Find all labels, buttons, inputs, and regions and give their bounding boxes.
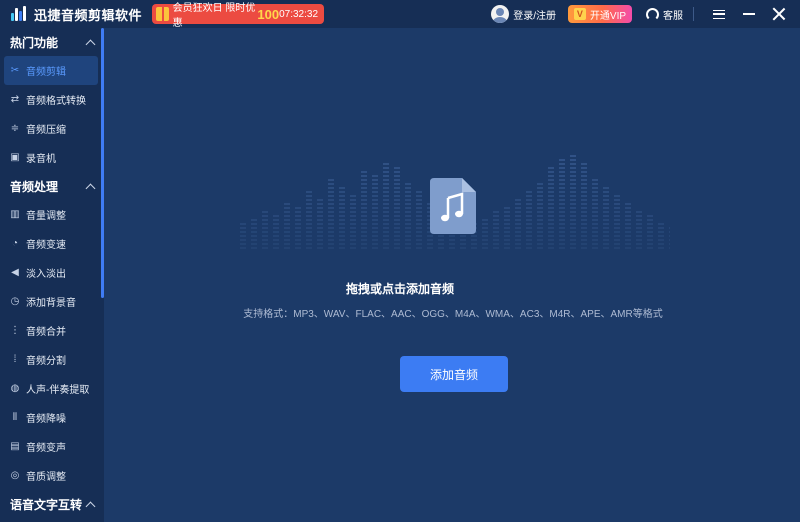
vip-button[interactable]: V 开通VIP <box>568 5 632 23</box>
chevron-up-icon <box>85 183 96 193</box>
recorder-icon: ▣ <box>10 151 20 163</box>
scissors-icon: ✂ <box>10 64 20 76</box>
menu-button[interactable] <box>704 0 734 28</box>
convert-icon: ⇄ <box>10 93 20 105</box>
sidebar-item-label: 音频剪辑 <box>26 67 66 78</box>
vip-label: 开通VIP <box>589 10 627 22</box>
minimize-button[interactable] <box>734 0 764 28</box>
avatar[interactable] <box>491 5 510 23</box>
app-logo-icon <box>10 5 28 23</box>
sidebar-item-denoise[interactable]: ⦀ 音频降噪 <box>0 403 104 432</box>
audio-file-icon <box>430 178 476 234</box>
sidebar-item-merge[interactable]: ⋮ 音频合并 <box>0 316 104 345</box>
sidebar-item-label: 音质调整 <box>26 472 66 483</box>
sidebar-item-volume[interactable]: ▥ 音量调整 <box>0 200 104 229</box>
merge-icon: ⋮ <box>10 324 20 336</box>
title-divider <box>693 7 694 21</box>
customer-service-button[interactable]: 客服 <box>646 7 683 22</box>
sidebar-item-speed[interactable]: ◔ 音频变速 <box>0 229 104 258</box>
sidebar-item-format-convert[interactable]: ⇄ 音频格式转换 <box>0 85 104 114</box>
sidebar: 热门功能 ✂ 音频剪辑 ⇄ 音频格式转换 ≑ 音频压缩 ▣ 录音机 音频处理 ▥… <box>0 28 104 522</box>
quality-icon: ◎ <box>10 469 20 481</box>
sidebar-item-label: 音频格式转换 <box>26 96 86 107</box>
promo-timer: 07:32:32 <box>279 8 319 20</box>
app-title: 迅捷音频剪辑软件 <box>34 7 143 23</box>
drop-zone[interactable] <box>104 28 800 522</box>
sidebar-item-vocal-extract[interactable]: ◍ 人声-伴奏提取 <box>0 374 104 403</box>
close-icon <box>772 7 786 21</box>
sidebar-item-quality[interactable]: ◎ 音质调整 <box>0 461 104 490</box>
minimize-icon <box>743 13 755 15</box>
section-title: 语音文字互转 <box>10 497 83 512</box>
vocal-icon: ◍ <box>10 382 20 394</box>
voice-change-icon: ▤ <box>10 440 20 452</box>
denoise-icon: ⦀ <box>12 411 18 423</box>
sidebar-item-label: 音频降噪 <box>26 414 66 425</box>
promo-text: 会员狂欢日 限时优惠 <box>172 3 256 29</box>
sidebar-item-split[interactable]: ⁞ 音频分割 <box>0 345 104 374</box>
service-label: 客服 <box>663 10 683 22</box>
title-bar: 迅捷音频剪辑软件 会员狂欢日 限时优惠 100 07:32:32 登录/注册 V… <box>0 0 800 29</box>
promo-percent: 100 <box>257 6 280 22</box>
sidebar-item-label: 淡入淡出 <box>26 269 66 280</box>
sidebar-item-recorder[interactable]: ▣ 录音机 <box>0 143 104 172</box>
menu-icon <box>713 9 725 19</box>
sidebar-item-label: 音频合并 <box>26 327 66 338</box>
gift-icon <box>156 7 169 21</box>
sidebar-item-label: 人声-伴奏提取 <box>26 385 90 396</box>
chevron-up-icon <box>85 501 96 511</box>
section-title: 热门功能 <box>10 35 59 50</box>
sidebar-item-voice-change[interactable]: ▤ 音频变声 <box>0 432 104 461</box>
section-speech-text[interactable]: 语音文字互转 <box>0 490 104 518</box>
sidebar-item-label: 音频分割 <box>26 356 66 367</box>
close-button[interactable] <box>764 0 794 28</box>
promo-banner[interactable]: 会员狂欢日 限时优惠 100 07:32:32 <box>152 3 325 29</box>
section-title: 音频处理 <box>10 179 59 194</box>
sidebar-item-label: 音频变声 <box>26 443 66 454</box>
sidebar-item-label: 录音机 <box>26 154 56 165</box>
section-hot-features[interactable]: 热门功能 <box>0 28 104 56</box>
sidebar-item-label: 音频变速 <box>26 240 66 251</box>
sidebar-item-label: 音量调整 <box>26 211 66 222</box>
chevron-up-icon <box>85 39 96 49</box>
add-audio-button[interactable]: 添加音频 <box>400 356 508 392</box>
fade-icon: ◀ <box>11 266 19 278</box>
volume-icon: ▥ <box>10 208 20 220</box>
sidebar-item-audio-edit[interactable]: ✂ 音频剪辑 <box>4 56 98 85</box>
drop-title: 拖拽或点击添加音频 <box>345 282 454 296</box>
speed-icon: ◔ <box>11 237 19 249</box>
login-link[interactable]: 登录/注册 <box>513 7 556 22</box>
compress-icon: ≑ <box>10 122 20 134</box>
sidebar-item-label: 音频压缩 <box>26 125 66 136</box>
supported-formats: 支持格式：MP3、WAV、FLAC、AAC、OGG、M4A、WMA、AC3、M4… <box>243 309 663 320</box>
vip-badge-icon: V <box>573 8 586 20</box>
sidebar-item-compress[interactable]: ≑ 音频压缩 <box>0 114 104 143</box>
section-audio-processing[interactable]: 音频处理 <box>0 172 104 200</box>
headset-icon <box>646 7 659 21</box>
split-icon: ⁞ <box>13 353 17 365</box>
